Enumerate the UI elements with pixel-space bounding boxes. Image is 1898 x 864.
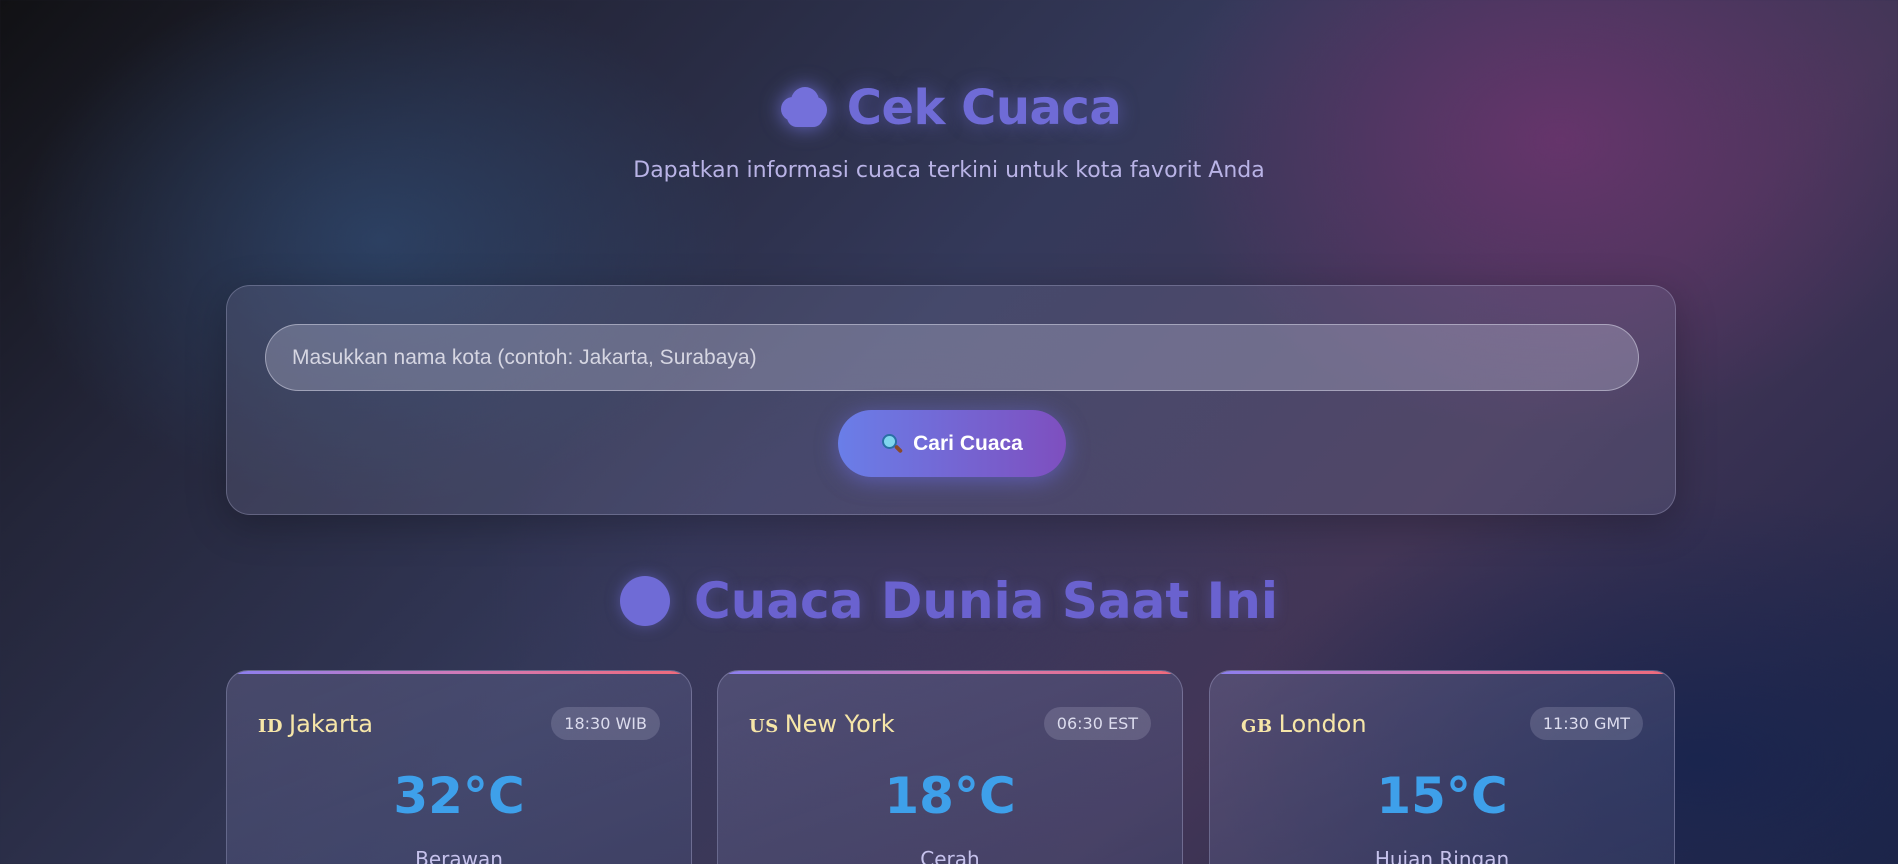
city-name: London xyxy=(1278,709,1367,738)
weather-condition: Berawan xyxy=(415,847,503,864)
app-header: Cek Cuaca Dapatkan informasi cuaca terki… xyxy=(0,80,1898,183)
weather-card-jakarta[interactable]: ID Jakarta 18:30 WIB 32°C Berawan xyxy=(226,670,692,864)
temperature: 18°C xyxy=(884,767,1016,825)
magnifying-glass-icon xyxy=(881,433,904,455)
city-search-input[interactable] xyxy=(265,324,1639,391)
local-time-badge: 18:30 WIB xyxy=(551,707,660,740)
temperature: 15°C xyxy=(1376,767,1508,825)
city-label: US New York xyxy=(749,710,895,738)
country-flag-icon: GB xyxy=(1241,715,1273,737)
weather-card-new-york[interactable]: US New York 06:30 EST 18°C Cerah xyxy=(717,670,1183,864)
world-weather-heading: Cuaca Dunia Saat Ini xyxy=(0,572,1898,630)
local-time-badge: 06:30 EST xyxy=(1043,707,1151,740)
country-flag-icon: US xyxy=(749,715,779,737)
card-header: ID Jakarta 18:30 WIB xyxy=(258,707,660,740)
cloud-icon xyxy=(777,83,833,133)
app-title: Cek Cuaca xyxy=(846,80,1122,136)
card-header: GB London 11:30 GMT xyxy=(1241,707,1643,740)
local-time-badge: 11:30 GMT xyxy=(1529,707,1643,740)
weather-card-london[interactable]: GB London 11:30 GMT 15°C Hujan Ringan xyxy=(1209,670,1675,864)
city-label: GB London xyxy=(1241,710,1367,738)
city-name: New York xyxy=(784,709,895,738)
search-button-label: Cari Cuaca xyxy=(913,431,1023,455)
search-weather-button[interactable]: Cari Cuaca xyxy=(838,410,1066,477)
country-flag-icon: ID xyxy=(258,715,284,737)
globe-icon xyxy=(620,576,671,626)
weather-condition: Hujan Ringan xyxy=(1374,847,1510,864)
city-label: ID Jakarta xyxy=(258,710,373,738)
temperature: 32°C xyxy=(393,767,525,825)
app-subtitle: Dapatkan informasi cuaca terkini untuk k… xyxy=(633,158,1265,183)
search-card: Cari Cuaca xyxy=(226,285,1676,515)
section-title: Cuaca Dunia Saat Ini xyxy=(694,572,1278,630)
city-name: Jakarta xyxy=(289,709,373,738)
card-header: US New York 06:30 EST xyxy=(749,707,1151,740)
title-row: Cek Cuaca xyxy=(0,80,1898,136)
weather-condition: Cerah xyxy=(920,847,980,864)
